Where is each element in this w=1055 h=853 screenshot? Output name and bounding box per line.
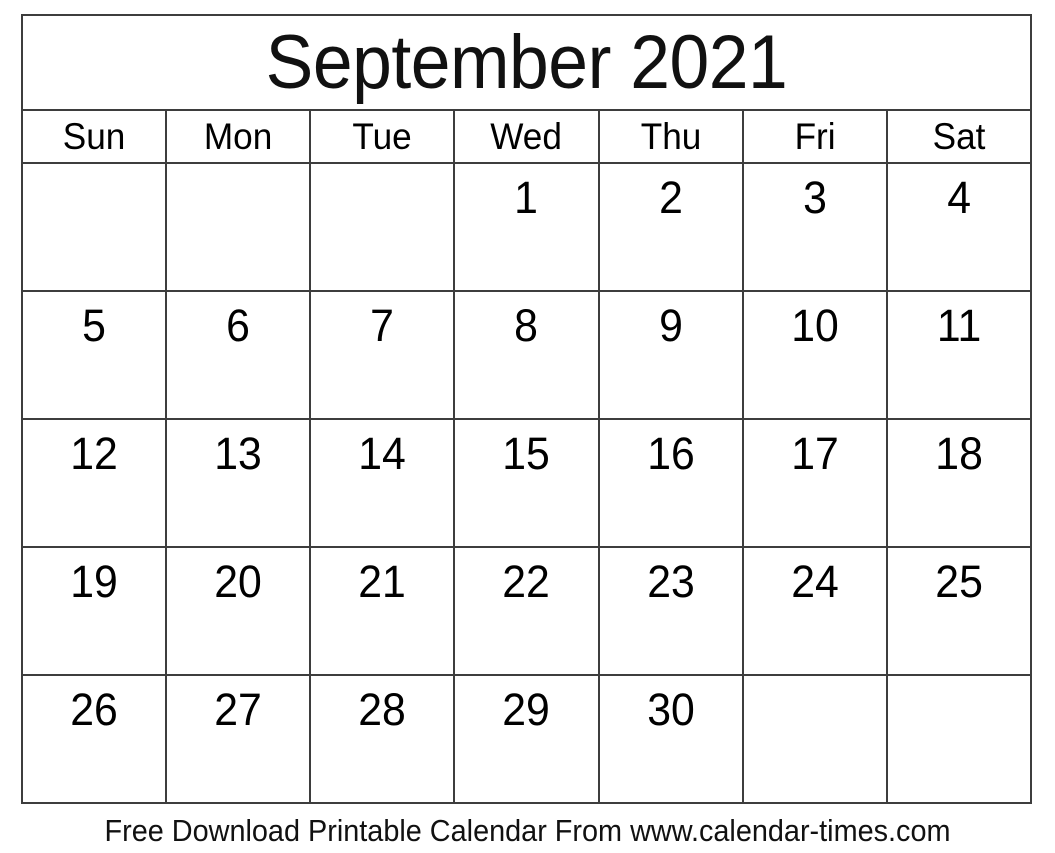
day-number: 25 — [935, 556, 983, 607]
day-number: 28 — [358, 684, 407, 735]
day-number: 17 — [790, 428, 839, 479]
weekday-label-sun: Sun — [62, 115, 126, 157]
calendar-week-row: 1 2 3 4 — [20, 162, 1033, 292]
day-number — [171, 164, 306, 173]
day-cell[interactable]: 18 — [885, 418, 1033, 548]
day-cell[interactable]: 26 — [20, 674, 168, 804]
day-cell[interactable]: 2 — [597, 162, 744, 292]
page-title: September 2021 — [265, 19, 788, 105]
weekday-header-sat: Sat — [885, 109, 1033, 164]
day-number: 19 — [70, 556, 118, 607]
day-number — [27, 164, 162, 173]
day-cell[interactable]: 6 — [165, 290, 312, 420]
day-cell[interactable]: 13 — [165, 418, 312, 548]
weekday-label-thu: Thu — [640, 115, 701, 157]
day-cell[interactable]: 10 — [741, 290, 888, 420]
weekday-header-mon: Mon — [165, 109, 312, 164]
monthly-calendar-table: September 2021 Sun Mon Tue Wed Thu Fri S… — [20, 14, 1033, 804]
day-cell[interactable]: 16 — [597, 418, 744, 548]
day-number: 26 — [70, 684, 118, 735]
day-number: 2 — [658, 172, 683, 223]
day-number: 29 — [502, 684, 551, 735]
day-cell[interactable]: 7 — [309, 290, 456, 420]
day-number: 3 — [802, 172, 827, 223]
day-number: 6 — [226, 300, 251, 351]
day-number: 16 — [646, 428, 695, 479]
day-number: 15 — [502, 428, 551, 479]
day-number: 1 — [514, 172, 539, 223]
day-cell[interactable]: 8 — [453, 290, 600, 420]
footer-attribution-text: Free Download Printable Calendar From ww… — [104, 813, 951, 848]
weekday-label-fri: Fri — [794, 115, 836, 157]
day-cell[interactable]: 4 — [885, 162, 1033, 292]
day-number: 21 — [358, 556, 407, 607]
day-number: 4 — [947, 172, 971, 223]
weekday-header-sun: Sun — [20, 109, 168, 164]
weekday-header-tue: Tue — [309, 109, 456, 164]
day-cell[interactable] — [165, 162, 312, 292]
day-number — [747, 676, 882, 685]
day-cell[interactable]: 23 — [597, 546, 744, 676]
day-number: 18 — [935, 428, 983, 479]
day-number: 11 — [936, 300, 982, 351]
weekday-header-wed: Wed — [453, 109, 600, 164]
day-cell[interactable]: 9 — [597, 290, 744, 420]
calendar-week-row: 26 27 28 29 30 — [20, 674, 1033, 804]
day-number: 9 — [658, 300, 683, 351]
day-number: 10 — [790, 300, 839, 351]
calendar-week-row: 12 13 14 15 16 17 18 — [20, 418, 1033, 548]
day-cell[interactable]: 21 — [309, 546, 456, 676]
weekday-label-wed: Wed — [490, 115, 563, 157]
day-number: 30 — [646, 684, 695, 735]
day-cell[interactable]: 19 — [20, 546, 168, 676]
day-cell[interactable]: 14 — [309, 418, 456, 548]
day-cell[interactable] — [309, 162, 456, 292]
day-cell[interactable]: 20 — [165, 546, 312, 676]
weekday-header-fri: Fri — [741, 109, 888, 164]
day-number: 27 — [214, 684, 262, 735]
day-number: 8 — [514, 300, 539, 351]
day-number: 23 — [646, 556, 695, 607]
day-cell[interactable]: 29 — [453, 674, 600, 804]
weekday-label-mon: Mon — [204, 115, 273, 157]
day-cell[interactable]: 15 — [453, 418, 600, 548]
day-number: 5 — [82, 300, 106, 351]
day-number: 24 — [790, 556, 839, 607]
day-cell[interactable]: 17 — [741, 418, 888, 548]
day-cell[interactable]: 22 — [453, 546, 600, 676]
weekday-header-thu: Thu — [597, 109, 744, 164]
day-number: 12 — [70, 428, 118, 479]
weekday-header-row: Sun Mon Tue Wed Thu Fri Sat — [20, 109, 1033, 164]
day-cell[interactable] — [20, 162, 168, 292]
day-cell[interactable]: 12 — [20, 418, 168, 548]
weekday-label-sat: Sat — [932, 115, 986, 157]
day-cell[interactable]: 11 — [885, 290, 1033, 420]
day-cell[interactable]: 30 — [597, 674, 744, 804]
day-number: 20 — [214, 556, 262, 607]
day-cell[interactable]: 25 — [885, 546, 1033, 676]
day-number: 14 — [358, 428, 407, 479]
day-cell[interactable]: 27 — [165, 674, 312, 804]
day-number — [315, 164, 450, 173]
day-cell[interactable] — [885, 674, 1033, 804]
day-number: 7 — [370, 300, 395, 351]
day-cell[interactable]: 28 — [309, 674, 456, 804]
weekday-label-tue: Tue — [352, 115, 412, 157]
day-cell[interactable]: 3 — [741, 162, 888, 292]
day-cell[interactable]: 5 — [20, 290, 168, 420]
month-title-cell: September 2021 — [21, 14, 1032, 111]
day-cell[interactable] — [741, 674, 888, 804]
day-number: 13 — [214, 428, 262, 479]
calendar-week-row: 19 20 21 22 23 24 25 — [20, 546, 1033, 676]
calendar-title-row: September 2021 — [21, 14, 1032, 111]
day-number: 22 — [502, 556, 551, 607]
day-cell[interactable]: 1 — [453, 162, 600, 292]
calendar-week-row: 5 6 7 8 9 10 11 — [20, 290, 1033, 420]
calendar-page: September 2021 Sun Mon Tue Wed Thu Fri S… — [0, 0, 1055, 853]
day-cell[interactable]: 24 — [741, 546, 888, 676]
day-number — [891, 676, 1026, 685]
